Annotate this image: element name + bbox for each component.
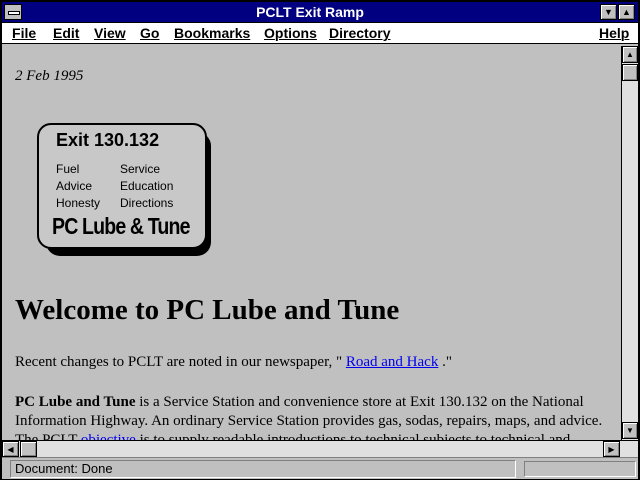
horizontal-scroll-thumb[interactable] [20, 441, 37, 457]
arrow-right-icon: ▶ [608, 445, 615, 454]
intro-tail: is to supply readable introductions to t… [135, 432, 571, 440]
menu-view-label: iew [103, 25, 126, 41]
menu-directory[interactable]: Directory [329, 25, 390, 41]
scroll-left-button[interactable]: ◀ [2, 441, 19, 457]
menu-file[interactable]: File [12, 25, 36, 41]
menu-file-label: ile [20, 25, 37, 41]
arrow-down-icon: ▼ [626, 426, 634, 435]
menu-edit[interactable]: Edit [53, 25, 79, 41]
road-and-hack-link[interactable]: Road and Hack [346, 354, 438, 370]
menu-directory-label: irectory [339, 25, 391, 41]
arrow-left-icon: ◀ [7, 445, 14, 454]
system-menu-button[interactable] [4, 4, 22, 20]
status-text: Document: Done [10, 460, 516, 478]
recent-changes-prefix: Recent changes to PCLT are noted in our … [15, 354, 346, 370]
menu-bookmarks[interactable]: Bookmarks [174, 25, 250, 41]
page-heading: Welcome to PC Lube and Tune [15, 294, 400, 326]
maximize-button[interactable]: ▲ [618, 4, 635, 20]
logo-column-right: Service Education Directions [120, 161, 173, 212]
vertical-scrollbar[interactable]: ▲ ▼ [621, 46, 638, 440]
logo-item: Directions [120, 196, 174, 210]
document-view[interactable]: 2 Feb 1995 Exit 130.132 Fuel Advice Hone… [2, 46, 620, 440]
menu-help-mnemonic: H [599, 25, 610, 41]
menu-options-label: ptions [274, 25, 317, 41]
menu-bar: File Edit View Go Bookmarks Options Dire… [2, 23, 638, 44]
menu-edit-label: dit [62, 25, 80, 41]
logo-item: Advice [56, 179, 93, 193]
progress-indicator [524, 461, 636, 477]
scroll-up-button[interactable]: ▲ [622, 46, 638, 63]
menu-go-mnemonic: G [140, 25, 151, 41]
pclt-logo: Exit 130.132 Fuel Advice Honesty Service… [37, 123, 207, 249]
title-bar[interactable]: PCLT Exit Ramp ▼ ▲ [2, 2, 638, 23]
minimize-button[interactable]: ▼ [600, 4, 617, 20]
menu-file-mnemonic: F [12, 25, 21, 41]
browser-window: PCLT Exit Ramp ▼ ▲ File Edit View Go Boo… [0, 0, 640, 480]
menu-bookmarks-mnemonic: B [174, 25, 185, 41]
vertical-scroll-thumb[interactable] [622, 64, 638, 81]
menu-help-label: elp [609, 25, 630, 41]
page-date: 2 Feb 1995 [15, 68, 84, 84]
scroll-down-button[interactable]: ▼ [622, 422, 638, 439]
menu-go-label: o [150, 25, 160, 41]
logo-column-left: Fuel Advice Honesty [56, 161, 100, 212]
logo-brand: PC Lube & Tune [52, 213, 190, 239]
recent-changes-suffix: ." [438, 354, 452, 370]
maximize-icon: ▲ [622, 7, 631, 17]
menu-view-mnemonic: V [94, 25, 104, 41]
menu-options-mnemonic: O [264, 25, 275, 41]
logo-item: Honesty [56, 196, 101, 210]
scroll-right-button[interactable]: ▶ [603, 441, 620, 457]
system-menu-icon [8, 11, 20, 15]
logo-exit-number: Exit 130.132 [56, 130, 160, 150]
status-bar: Document: Done [2, 457, 638, 479]
menu-go[interactable]: Go [140, 25, 159, 41]
logo-item: Education [120, 179, 174, 193]
window-title: PCLT Exit Ramp [256, 4, 364, 20]
menu-help[interactable]: Help [599, 25, 629, 41]
menu-options[interactable]: Options [264, 25, 317, 41]
menu-edit-mnemonic: E [53, 25, 63, 41]
intro-bold: PC Lube and Tune [15, 394, 136, 410]
menu-directory-mnemonic: D [329, 25, 340, 41]
logo-item: Service [120, 162, 161, 176]
intro-paragraph: PC Lube and Tune is a Service Station an… [15, 393, 615, 440]
arrow-up-icon: ▲ [626, 50, 634, 59]
menu-bookmarks-label: ookmarks [184, 25, 251, 41]
recent-changes-paragraph: Recent changes to PCLT are noted in our … [15, 354, 452, 371]
menu-view[interactable]: View [94, 25, 126, 41]
minimize-icon: ▼ [604, 7, 613, 17]
horizontal-scrollbar[interactable]: ◀ ▶ [2, 440, 638, 457]
objective-link[interactable]: objective [81, 432, 136, 440]
logo-item: Fuel [56, 162, 80, 176]
